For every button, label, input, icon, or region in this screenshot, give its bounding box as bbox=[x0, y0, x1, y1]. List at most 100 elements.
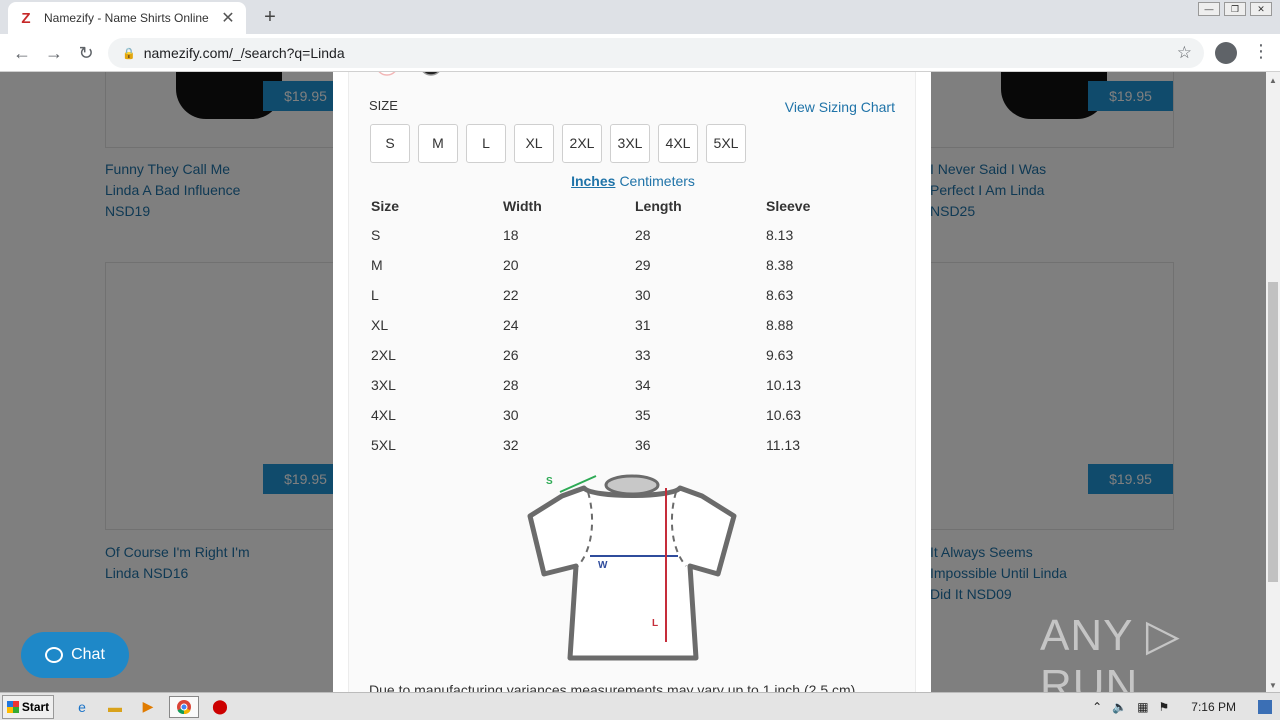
namezify-favicon-icon: Z bbox=[21, 9, 31, 27]
network-icon[interactable]: ▦ bbox=[1137, 700, 1148, 714]
tab-close-icon[interactable]: ✕ bbox=[220, 8, 236, 28]
internet-explorer-icon[interactable]: e bbox=[70, 696, 94, 718]
start-label: Start bbox=[21, 699, 50, 714]
size-modal-body: SIZE View Sizing Chart S M L XL 2XL 3XL … bbox=[348, 72, 916, 692]
size-option-s[interactable]: S bbox=[370, 124, 410, 163]
unit-centimeters-link[interactable]: Centimeters bbox=[619, 173, 694, 189]
table-cell: 5XL bbox=[371, 437, 396, 453]
forward-button[interactable]: → bbox=[42, 41, 66, 65]
table-cell: XL bbox=[371, 317, 389, 333]
minimize-button[interactable]: — bbox=[1198, 2, 1220, 16]
chat-bubble-icon bbox=[45, 647, 64, 663]
column-header: Length bbox=[635, 198, 682, 214]
browser-toolbar: ← → ↻ 🔒 namezify.com/_/search?q=Linda ☆ … bbox=[0, 34, 1280, 72]
reload-button[interactable]: ↻ bbox=[74, 41, 98, 65]
chrome-taskbar-icon[interactable] bbox=[169, 695, 199, 718]
profile-avatar-icon[interactable] bbox=[1215, 42, 1237, 64]
table-cell: 8.38 bbox=[766, 257, 794, 273]
size-option-m[interactable]: M bbox=[418, 124, 458, 163]
bookmark-star-icon[interactable]: ☆ bbox=[1177, 43, 1192, 63]
column-header: Width bbox=[503, 198, 542, 214]
url-text: namezify.com/_/search?q=Linda bbox=[143, 45, 345, 61]
table-header-row: Size Width Length Sleeve bbox=[371, 192, 891, 220]
table-cell: S bbox=[371, 227, 381, 243]
table-row: 2XL 26 33 9.63 bbox=[371, 340, 891, 370]
table-cell: 8.13 bbox=[766, 227, 794, 243]
scroll-up-icon[interactable]: ▲ bbox=[1269, 76, 1277, 85]
table-cell: 8.88 bbox=[766, 317, 794, 333]
maximize-button[interactable]: ❐ bbox=[1224, 2, 1246, 16]
table-cell: 24 bbox=[503, 317, 519, 333]
page-scrollbar[interactable]: ▲ ▼ bbox=[1266, 72, 1280, 692]
table-row: XL 24 31 8.88 bbox=[371, 310, 891, 340]
browser-menu-icon[interactable]: ⋮ bbox=[1252, 41, 1270, 62]
tshirt-measurement-diagram: S W L bbox=[527, 474, 737, 661]
back-button[interactable]: ← bbox=[10, 41, 34, 65]
table-cell: 8.63 bbox=[766, 287, 794, 303]
table-row: 5XL 32 36 11.13 bbox=[371, 430, 891, 460]
table-cell: 20 bbox=[503, 257, 519, 273]
column-header: Sleeve bbox=[766, 198, 811, 214]
start-button[interactable]: Start bbox=[2, 694, 54, 719]
table-cell: 28 bbox=[503, 377, 519, 393]
address-bar[interactable]: 🔒 namezify.com/_/search?q=Linda ☆ bbox=[108, 38, 1204, 68]
size-option-l[interactable]: L bbox=[466, 124, 506, 163]
new-tab-button[interactable]: + bbox=[258, 6, 282, 28]
size-label: SIZE bbox=[369, 98, 398, 113]
window-close-button[interactable]: ✕ bbox=[1250, 2, 1272, 16]
size-chart-table: Size Width Length Sleeve S 18 28 8.13 M 20 29… bbox=[371, 192, 891, 460]
table-cell: 22 bbox=[503, 287, 519, 303]
scroll-down-icon[interactable]: ▼ bbox=[1269, 681, 1277, 690]
table-cell: 30 bbox=[503, 407, 519, 423]
table-cell: 18 bbox=[503, 227, 519, 243]
view-sizing-chart-link[interactable]: View Sizing Chart bbox=[785, 99, 895, 115]
window-controls: — ❐ ✕ bbox=[1198, 2, 1272, 16]
opera-icon[interactable]: ⬤ bbox=[208, 696, 232, 718]
media-player-icon[interactable]: ▶ bbox=[136, 696, 160, 718]
browser-tab[interactable]: Z Namezify - Name Shirts Online ✕ bbox=[8, 2, 246, 34]
system-tray: ⌃ 🔈 ▦ ⚑ 7:16 PM bbox=[1092, 693, 1280, 720]
tray-expand-icon[interactable]: ⌃ bbox=[1092, 700, 1102, 714]
tab-title: Namezify - Name Shirts Online bbox=[44, 11, 209, 25]
volume-icon[interactable]: 🔈 bbox=[1112, 700, 1127, 714]
table-cell: L bbox=[371, 287, 379, 303]
size-option-3xl[interactable]: 3XL bbox=[610, 124, 650, 163]
windows-taskbar: Start e ▬ ▶ ⬤ ⌃ 🔈 ▦ ⚑ 7:16 PM bbox=[0, 692, 1280, 720]
size-option-4xl[interactable]: 4XL bbox=[658, 124, 698, 163]
table-cell: 29 bbox=[635, 257, 651, 273]
size-option-5xl[interactable]: 5XL bbox=[706, 124, 746, 163]
page-content: $19.95 Funny They Call Me Linda A Bad In… bbox=[0, 72, 1266, 692]
tshirt-collar bbox=[604, 474, 660, 496]
width-label: W bbox=[598, 560, 608, 571]
file-explorer-icon[interactable]: ▬ bbox=[103, 696, 127, 718]
unit-inches-link[interactable]: Inches bbox=[571, 173, 615, 189]
size-modal: SIZE View Sizing Chart S M L XL 2XL 3XL … bbox=[333, 72, 931, 692]
size-options: S M L XL 2XL 3XL 4XL 5XL bbox=[370, 124, 746, 163]
size-option-2xl[interactable]: 2XL bbox=[562, 124, 602, 163]
scrollbar-thumb[interactable] bbox=[1268, 282, 1278, 582]
table-row: 4XL 30 35 10.63 bbox=[371, 400, 891, 430]
size-option-xl[interactable]: XL bbox=[514, 124, 554, 163]
chat-label: Chat bbox=[71, 646, 105, 663]
column-header: Size bbox=[371, 198, 400, 214]
chat-button[interactable]: Chat bbox=[21, 632, 129, 678]
action-center-flag-icon[interactable]: ⚑ bbox=[1159, 700, 1170, 714]
table-cell: 4XL bbox=[371, 407, 396, 423]
table-row: 3XL 28 34 10.13 bbox=[371, 370, 891, 400]
color-swatches[interactable] bbox=[369, 72, 459, 76]
clock[interactable]: 7:16 PM bbox=[1191, 700, 1236, 714]
table-cell: 2XL bbox=[371, 347, 396, 363]
show-desktop-icon[interactable] bbox=[1258, 700, 1272, 714]
chrome-icon bbox=[177, 699, 191, 714]
table-cell: 3XL bbox=[371, 377, 396, 393]
table-cell: 35 bbox=[635, 407, 651, 423]
table-row: S 18 28 8.13 bbox=[371, 220, 891, 250]
length-label: L bbox=[652, 618, 658, 629]
unit-toggle: Inches Centimeters bbox=[349, 173, 917, 189]
table-row: L 22 30 8.63 bbox=[371, 280, 891, 310]
table-row: M 20 29 8.38 bbox=[371, 250, 891, 280]
table-cell: 36 bbox=[635, 437, 651, 453]
measurement-disclaimer: Due to manufacturing variances measureme… bbox=[369, 682, 856, 692]
table-cell: 32 bbox=[503, 437, 519, 453]
table-cell: 31 bbox=[635, 317, 651, 333]
